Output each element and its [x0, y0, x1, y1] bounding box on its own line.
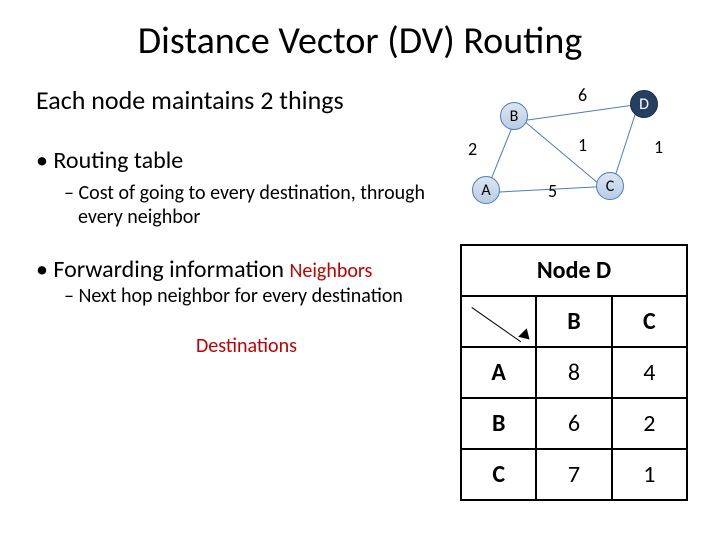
- col-b: B: [536, 296, 611, 347]
- table-corner: [461, 296, 536, 347]
- edge-ac: [490, 186, 602, 193]
- cell: 7: [536, 449, 611, 500]
- intro-text: Each node maintains 2 things: [36, 84, 460, 116]
- node-b: B: [500, 102, 528, 130]
- bullet-forwarding: Forwarding information: [36, 255, 284, 284]
- cell: 1: [612, 449, 687, 500]
- weight-ab: 2: [468, 138, 477, 160]
- cell: 2: [612, 398, 687, 449]
- label-neighbors: Neighbors: [289, 259, 372, 283]
- weight-bd: 6: [578, 84, 587, 106]
- table-row: A 8 4: [461, 347, 687, 398]
- node-d: D: [630, 90, 658, 118]
- cell: 4: [612, 347, 687, 398]
- weight-ac: 5: [548, 180, 557, 202]
- table-row: B 6 2: [461, 398, 687, 449]
- col-c: C: [612, 296, 687, 347]
- network-graph: B D A C 2 6 1 1 5: [460, 84, 680, 214]
- sub-forwarding: Next hop neighbor for every destination: [64, 284, 460, 308]
- table-title: Node D: [461, 245, 687, 296]
- row-b: B: [461, 398, 536, 449]
- cell: 6: [536, 398, 611, 449]
- row-a: A: [461, 347, 536, 398]
- label-destinations: Destinations: [196, 334, 460, 358]
- routing-table: Node D B C A 8 4 B 6 2 C 7: [460, 244, 688, 501]
- slide-title: Distance Vector (DV) Routing: [0, 0, 720, 74]
- row-c: C: [461, 449, 536, 500]
- weight-cd: 1: [654, 136, 663, 158]
- cell: 8: [536, 347, 611, 398]
- table-row: C 7 1: [461, 449, 687, 500]
- weight-bc: 1: [578, 134, 587, 156]
- node-a: A: [472, 176, 500, 204]
- sub-routing-table: Cost of going to every destination, thro…: [64, 181, 460, 229]
- bullet-routing-table: Routing table: [36, 146, 460, 175]
- node-c: C: [596, 172, 624, 200]
- edge-bc: [525, 122, 599, 184]
